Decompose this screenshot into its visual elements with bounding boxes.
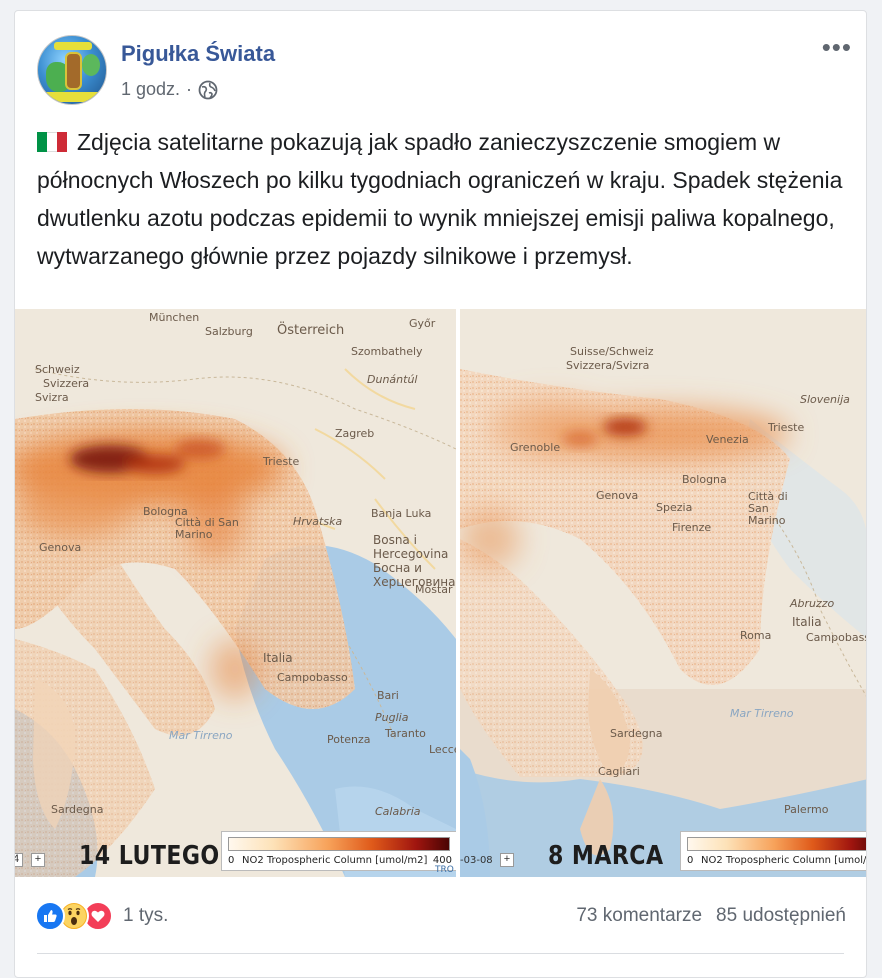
place-label: Svizra [35,391,69,404]
avatar-land [82,54,100,76]
place-label: Mar Tirreno [169,729,233,742]
place-label: Venezia [706,433,749,446]
place-label: Grenoble [510,441,561,454]
place-label: Roma [740,629,772,642]
legend-title: NO2 Tropospheric Column [umol/m2] [242,855,428,866]
place-label: Cagliari [598,765,640,778]
avatar-pill-icon [65,52,82,90]
place-label: Zagreb [335,427,375,440]
place-label: Città di San Marino [748,490,788,527]
panel-date-label: 14 LUTEGO [79,841,220,871]
place-label: Mar Tirreno [730,707,794,720]
legend-title: NO2 Tropospheric Column [umol/m [701,855,867,866]
place-label: Sardegna [610,727,663,740]
panel-date-label: 8 MARCA [548,841,664,871]
place-label: Szombathely [351,345,423,358]
place-label: Genova [596,489,639,502]
post-body: Zdjęcia satelitarne pokazują jak spadło … [37,129,843,269]
place-label: Bari [377,689,399,702]
place-label: Genova [39,541,82,554]
reactions-summary[interactable]: 1 tys. [35,901,168,931]
place-label: Puglia [375,711,409,724]
place-label: Hrvatska [293,515,343,528]
engagement-counts: 73 komentarze 85 udostępnień [576,905,846,927]
legend-min: 0 [687,855,694,866]
place-label: Trieste [768,421,805,434]
post-image[interactable]: München Salzburg Österreich Győr Szombat… [15,309,867,877]
avatar-banner [54,42,92,50]
place-label: Sardegna [51,803,104,816]
map-panel-february: München Salzburg Österreich Győr Szombat… [15,309,456,877]
place-label: Abruzzo [790,597,835,610]
map-panel-march: Suisse/Schweiz Svizzera/Svizra Venezia T… [460,309,867,877]
place-label: Campobasso [806,631,866,644]
place-label: Suisse/Schweiz [570,345,654,358]
page-name-link[interactable]: Pigułka Świata [121,41,275,67]
place-label: Dunántúl [367,373,418,386]
shares-count-link[interactable]: 85 udostępnień [716,905,846,927]
place-label: Győr [409,317,436,330]
globe-icon[interactable] [198,80,218,100]
place-label: Mostar [415,583,453,596]
legend-color-bar [687,837,866,851]
place-label: Taranto [385,727,426,740]
map-attribution: TRO [435,865,454,875]
page-avatar[interactable] [37,35,107,105]
place-label: Italia [792,615,822,629]
date-stamp: -03-08 [460,855,493,866]
place-label: Italia [263,651,293,665]
place-label: Campobasso [277,671,348,684]
place-label: Città di San Marino [175,516,239,541]
place-label: Banja Luka [371,507,432,520]
post-text: Zdjęcia satelitarne pokazują jak spadło … [37,123,847,275]
place-label: Salzburg [205,325,253,338]
place-label: Slovenija [800,393,850,406]
legend-min: 0 [228,855,235,866]
zoom-minus-button[interactable]: 4 [15,853,23,867]
avatar-banner [44,92,102,102]
place-label: Firenze [672,521,712,534]
place-label: Bologna [682,473,727,486]
place-label: Bosna i Hercegovina [373,533,449,561]
place-label: Trieste [263,455,300,468]
place-label: Österreich [277,323,345,338]
no2-legend: 0 NO2 Tropospheric Column [umol/m [680,831,867,871]
place-label: Palermo [784,803,829,816]
like-icon [35,901,65,931]
italy-flag-icon [37,132,67,152]
meta-separator: · [186,79,193,99]
place-label: Calabria [375,805,421,818]
no2-legend: 0 NO2 Tropospheric Column [umol/m2] 400 [221,831,456,871]
post-time-link[interactable]: 1 godz. [121,79,180,100]
more-options-icon[interactable]: ••• [822,34,852,60]
post-card: Pigułka Świata 1 godz. · ••• Zdjęcia sat… [14,10,867,978]
place-label: Potenza [327,733,371,746]
no2-map-february [15,309,456,877]
comments-count-link[interactable]: 73 komentarze [576,905,702,927]
zoom-plus-button[interactable]: + [31,853,45,867]
place-label: Svizzera [43,377,90,390]
place-label: Lecce [429,743,456,756]
legend-color-bar [228,837,450,851]
place-label: München [149,311,200,324]
post-header: Pigułka Świata 1 godz. · ••• [15,11,866,115]
zoom-plus-button[interactable]: + [500,853,514,867]
place-label: Svizzera/Svizra [566,359,650,372]
stats-divider [37,953,844,954]
reaction-count[interactable]: 1 tys. [123,905,168,927]
post-meta: 1 godz. · [121,79,218,100]
post-stats-bar: 1 tys. 73 komentarze 85 udostępnień [15,889,866,939]
place-label: Spezia [656,501,693,514]
place-label: Schweiz [35,363,80,376]
